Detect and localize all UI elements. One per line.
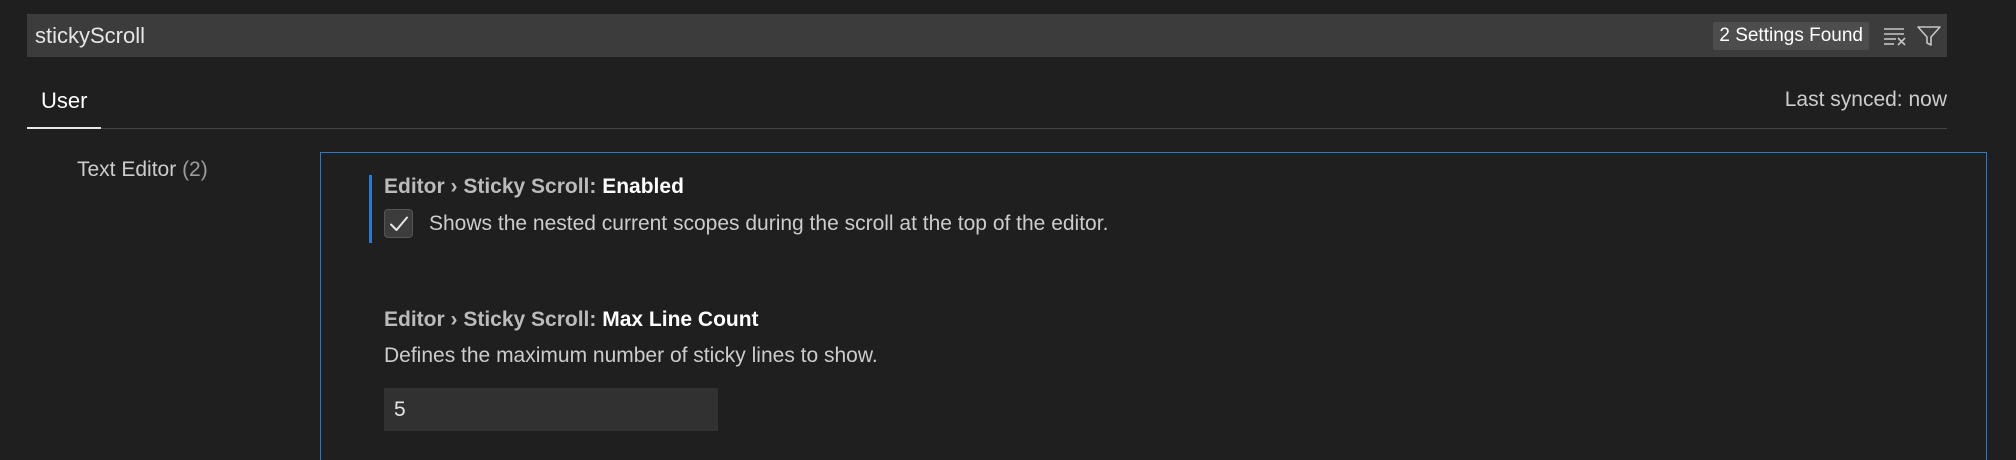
settings-scope-tabs: User Last synced: now — [27, 76, 1947, 129]
setting-name: Max Line Count — [602, 308, 759, 331]
setting-description: Shows the nested current scopes during t… — [429, 212, 1109, 235]
settings-editor: 2 Settings Found User Last synced: now T… — [0, 0, 2016, 460]
toc-item-text-editor[interactable]: Text Editor (2) — [77, 158, 208, 182]
setting-category: Editor › Sticky Scroll: — [384, 175, 603, 198]
settings-search-bar: 2 Settings Found — [27, 14, 1947, 57]
setting-description: Defines the maximum number of sticky lin… — [384, 344, 878, 367]
sticky-scroll-enabled-checkbox[interactable] — [384, 209, 413, 238]
settings-list: Editor › Sticky Scroll: Enabled Shows th… — [320, 152, 1987, 460]
toc-item-count: (2) — [182, 158, 208, 181]
filter-icon[interactable] — [1913, 20, 1945, 52]
settings-search-input[interactable] — [27, 14, 1714, 57]
setting-title: Editor › Sticky Scroll: Max Line Count — [384, 308, 759, 332]
setting-name: Enabled — [602, 175, 684, 198]
setting-category: Editor › Sticky Scroll: — [384, 308, 603, 331]
modified-indicator — [369, 175, 372, 243]
clear-filter-icon[interactable] — [1879, 20, 1911, 52]
max-line-count-input[interactable] — [384, 388, 718, 431]
setting-title: Editor › Sticky Scroll: Enabled — [384, 175, 684, 199]
tab-user[interactable]: User — [27, 76, 102, 129]
sync-status: Last synced: now — [1784, 88, 1947, 111]
checkmark-icon — [389, 216, 408, 231]
toc-item-label: Text Editor — [77, 158, 177, 181]
search-results-count: 2 Settings Found — [1713, 21, 1869, 50]
